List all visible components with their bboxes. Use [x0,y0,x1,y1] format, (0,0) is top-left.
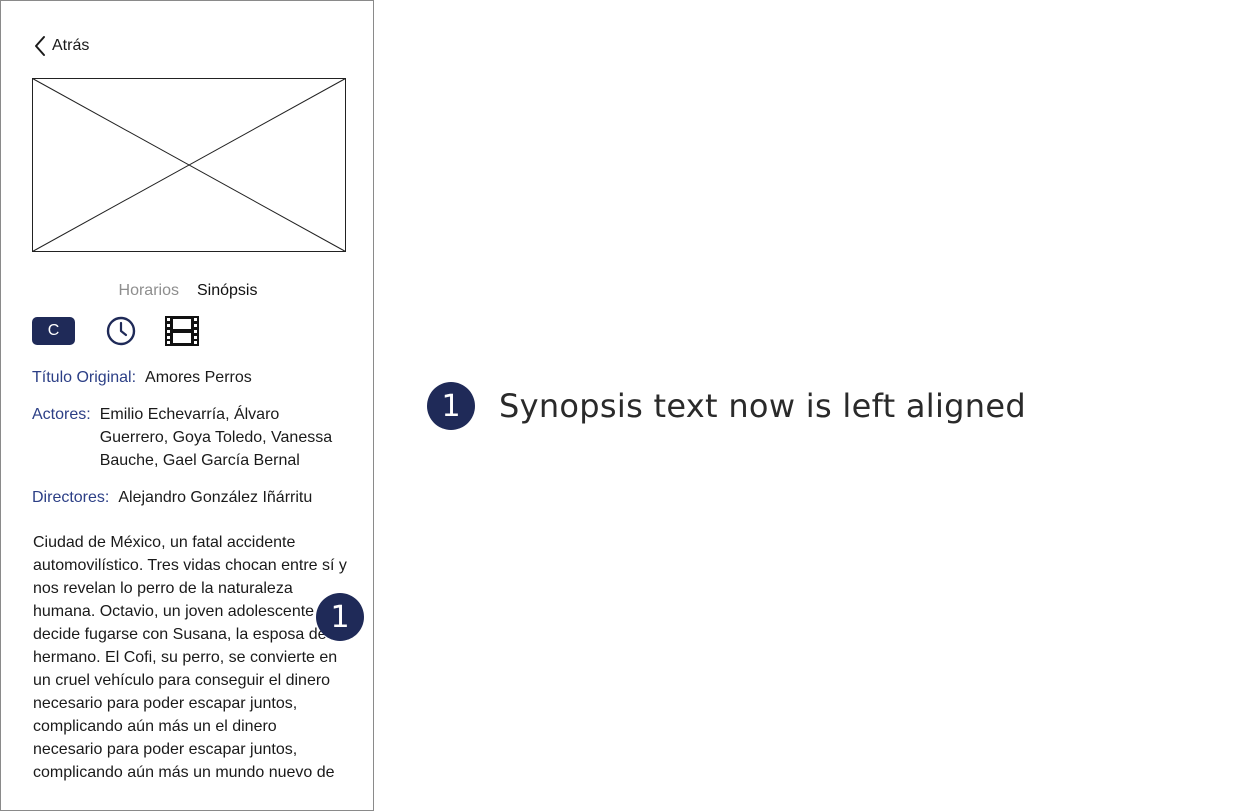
tab-bar: Horarios Sinópsis [1,282,373,304]
page: Atrás Horarios Sinópsis C Título Origina… [0,0,1253,812]
actors-value: Emilio Echevarría, Álvaro Guerrero, Goya… [99,406,333,469]
directors-value: Alejandro González Iñárritu [118,489,313,506]
clock-icon [106,316,136,346]
back-label: Atrás [52,37,90,54]
actors-row: Actores: Emilio Echevarría, Álvaro Guerr… [32,403,352,472]
synopsis-text: Ciudad de México, un fatal accidente aut… [33,534,348,781]
image-placeholder-icon [32,78,346,252]
directors-row: Directores: Alejandro González Iñárritu [32,486,352,509]
annotation-note: 1 Synopsis text now is left aligned [427,382,1026,430]
actors-label: Actores: [32,406,91,423]
phone-screen: Atrás Horarios Sinópsis C Título Origina… [0,0,374,811]
back-button[interactable]: Atrás [32,33,89,59]
rating-badge: C [32,317,75,345]
original-title-row: Título Original: Amores Perros [32,366,352,389]
tab-sinopsis[interactable]: Sinópsis [197,282,257,304]
poster-image-placeholder [32,78,346,252]
annotation-note-marker: 1 [427,382,475,430]
original-title-value: Amores Perros [145,369,252,386]
tab-horarios[interactable]: Horarios [119,282,179,304]
chevron-left-icon [35,36,45,56]
movie-info-icons: C [32,315,199,347]
film-icon [165,316,199,346]
annotation-marker: 1 [316,593,364,641]
original-title-label: Título Original: [32,369,137,386]
annotation-note-text: Synopsis text now is left aligned [499,387,1026,425]
directors-label: Directores: [32,489,110,506]
